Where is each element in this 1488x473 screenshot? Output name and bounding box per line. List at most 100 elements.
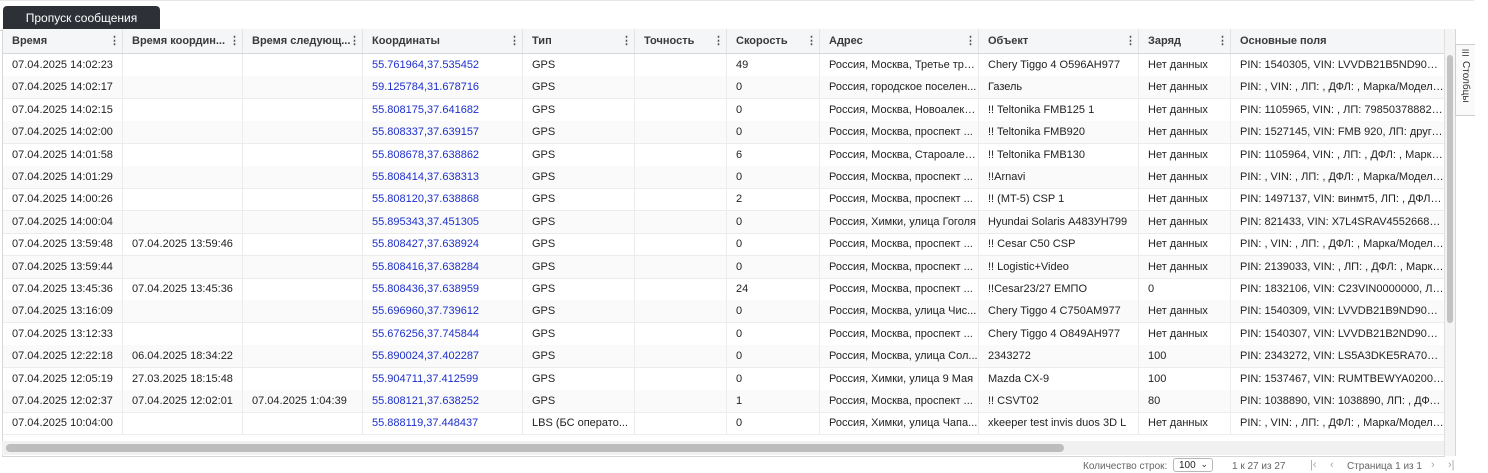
table-row[interactable]: 07.04.2025 12:05:19 27.03.2025 18:15:48 55… [3,367,1445,391]
column-menu-icon[interactable]: ⋮ [806,34,817,48]
page-size-select[interactable]: 100 ⌄ [1173,458,1213,472]
coordinates-link[interactable]: 55.808175,37.641682 [372,104,479,116]
column-menu-icon[interactable]: ⋮ [621,34,632,48]
cell-coordinates[interactable]: 55.676256,37.745844 [363,322,523,345]
column-header-speed[interactable]: Скорость ⋮ [727,29,820,53]
table-row[interactable]: 07.04.2025 14:02:23 55.761964,37.535452 GP… [3,54,1445,77]
coordinates-link[interactable]: 59.125784,31.678716 [372,81,479,93]
previous-page-icon[interactable]: ‹ [1330,459,1334,471]
coordinates-link[interactable]: 55.808337,37.639157 [372,126,479,138]
cell-accuracy [635,121,727,144]
cell-coordinates[interactable]: 55.761964,37.535452 [363,54,523,76]
coordinates-link[interactable]: 55.808436,37.638959 [372,283,479,295]
table-row[interactable]: 07.04.2025 12:22:18 06.04.2025 18:34:22 55… [3,345,1445,369]
coordinates-link[interactable]: 55.890024,37.402287 [372,350,479,362]
cell-coordinates[interactable]: 55.808337,37.639157 [363,121,523,144]
column-menu-icon[interactable]: ⋮ [1217,34,1228,48]
table-row[interactable]: 07.04.2025 14:02:00 55.808337,37.639157 GP… [3,121,1445,145]
column-header-time[interactable]: Время ⋮ [3,29,123,53]
coordinates-link[interactable]: 55.904711,37.412599 [372,373,478,385]
table-row[interactable]: 07.04.2025 14:01:29 55.808414,37.638313 GP… [3,166,1445,189]
cell-text: Нет данных [1148,305,1208,318]
coordinates-link[interactable]: 55.808678,37.638862 [372,149,479,161]
column-header-coord-time[interactable]: Время координ... ⋮ [123,29,243,53]
cell-text: 27.03.2025 18:15:48 [132,372,233,385]
table-row[interactable]: 07.04.2025 13:45:36 07.04.2025 13:45:36 55… [3,278,1445,301]
column-menu-icon[interactable]: ⋮ [965,34,976,48]
cell-text: Россия, Москва, проспект ... [829,327,973,340]
cell-type: GPS [523,322,635,345]
table-row[interactable]: 07.04.2025 13:16:09 55.696960,37.739612 GP… [3,300,1445,324]
cell-text: GPS [532,103,556,116]
table-row[interactable]: 07.04.2025 14:00:04 55.895343,37.451305 GP… [3,210,1445,234]
column-header-coordinates[interactable]: Координаты ⋮ [363,29,523,53]
cell-text: 07.04.2025 14:02:23 [12,59,113,71]
coordinates-link[interactable]: 55.895343,37.451305 [372,216,479,228]
columns-panel-toggle[interactable]: ☰ Столбцы [1455,44,1475,116]
cell-coordinates[interactable]: 55.808416,37.638284 [363,255,523,278]
table-row[interactable]: 07.04.2025 14:00:26 55.808120,37.638868 GP… [3,188,1445,212]
cell-coordinates[interactable]: 59.125784,31.678716 [363,76,523,99]
cell-text: Россия, Москва, улица Сол... [829,350,978,363]
table-row[interactable]: 07.04.2025 14:02:17 59.125784,31.678716 GP… [3,76,1445,100]
coordinates-link[interactable]: 55.808121,37.638252 [372,395,479,407]
coordinates-link[interactable]: 55.761964,37.535452 [372,59,479,71]
table-row[interactable]: 07.04.2025 12:02:37 07.04.2025 12:02:01 07… [3,390,1445,413]
vertical-scrollbar[interactable] [1444,29,1455,456]
table-row[interactable]: 07.04.2025 13:59:44 55.808416,37.638284 GP… [3,255,1445,279]
cell-coordinates[interactable]: 55.890024,37.402287 [363,345,523,368]
cell-text: !!Arnavi [988,171,1026,183]
column-header-label: Тип [532,35,552,47]
vertical-scrollbar-thumb[interactable] [1447,55,1453,323]
cell-speed: 0 [727,255,820,278]
cell-coordinates[interactable]: 55.808678,37.638862 [363,143,523,166]
cell-coordinates[interactable]: 55.808414,37.638313 [363,166,523,188]
column-header-main-fields[interactable]: Основные поля [1231,29,1445,53]
horizontal-scrollbar-thumb[interactable] [6,444,1064,452]
column-menu-icon[interactable]: ⋮ [713,34,724,48]
cell-coordinates[interactable]: 55.696960,37.739612 [363,300,523,323]
column-header-type[interactable]: Тип ⋮ [523,29,635,53]
table-row[interactable]: 07.04.2025 13:12:33 55.676256,37.745844 GP… [3,322,1445,346]
cell-coordinates[interactable]: 55.808436,37.638959 [363,278,523,300]
coordinates-link[interactable]: 55.696960,37.739612 [372,305,479,317]
column-menu-icon[interactable]: ⋮ [1125,34,1136,48]
next-page-icon[interactable]: › [1431,459,1435,471]
cell-coordinates[interactable]: 55.895343,37.451305 [363,210,523,233]
cell-main-fields: PIN: , VIN: , ЛП: , ДФЛ: , Марка/Модель:… [1231,412,1445,435]
table-row[interactable]: 07.04.2025 14:01:58 55.808678,37.638862 GP… [3,143,1445,167]
table-row[interactable]: 07.04.2025 10:04:00 55.888119,37.448437 LB… [3,412,1445,436]
first-page-icon[interactable]: |‹ [1310,459,1317,471]
column-menu-icon[interactable]: ⋮ [509,34,520,48]
column-header-accuracy[interactable]: Точность ⋮ [635,29,727,53]
coordinates-link[interactable]: 55.808416,37.638284 [372,261,479,273]
cell-coordinates[interactable]: 55.888119,37.448437 [363,412,523,435]
cell-coordinates[interactable]: 55.808427,37.638924 [363,233,523,256]
column-menu-icon[interactable]: ⋮ [229,34,240,48]
column-header-charge[interactable]: Заряд ⋮ [1139,29,1231,53]
column-menu-icon[interactable]: ⋮ [349,34,360,48]
column-header-address[interactable]: Адрес ⋮ [820,29,979,53]
coordinates-link[interactable]: 55.808120,37.638868 [372,193,479,205]
cell-text: 0 [736,215,743,228]
coordinates-link[interactable]: 55.676256,37.745844 [372,328,479,340]
horizontal-scrollbar[interactable] [2,441,1444,455]
coordinates-link[interactable]: 55.888119,37.448437 [372,417,478,429]
cell-coordinates[interactable]: 55.904711,37.412599 [363,367,523,390]
coordinates-link[interactable]: 55.808427,37.638924 [372,238,479,250]
cell-text: PIN: 1527145, VIN: FMB 920, ЛП: другое о… [1240,126,1444,139]
last-page-icon[interactable]: ›| [1448,459,1455,471]
cell-coordinates[interactable]: 55.808121,37.638252 [363,390,523,412]
coordinates-link[interactable]: 55.808414,37.638313 [372,171,479,183]
column-header-next-time[interactable]: Время следующ... ⋮ [243,29,363,53]
column-header-label: Объект [988,35,1029,47]
table-row[interactable]: 07.04.2025 13:59:48 07.04.2025 13:59:46 55… [3,233,1445,257]
tab-message-skip[interactable]: Пропуск сообщения [3,6,160,30]
cell-object: Chery Tiggo 4 О849АН977 [979,322,1139,345]
cell-text: GPS [532,215,556,228]
cell-coordinates[interactable]: 55.808175,37.641682 [363,98,523,121]
table-row[interactable]: 07.04.2025 14:02:15 55.808175,37.641682 GP… [3,98,1445,122]
column-menu-icon[interactable]: ⋮ [109,34,120,48]
cell-coordinates[interactable]: 55.808120,37.638868 [363,188,523,211]
column-header-object[interactable]: Объект ⋮ [979,29,1139,53]
